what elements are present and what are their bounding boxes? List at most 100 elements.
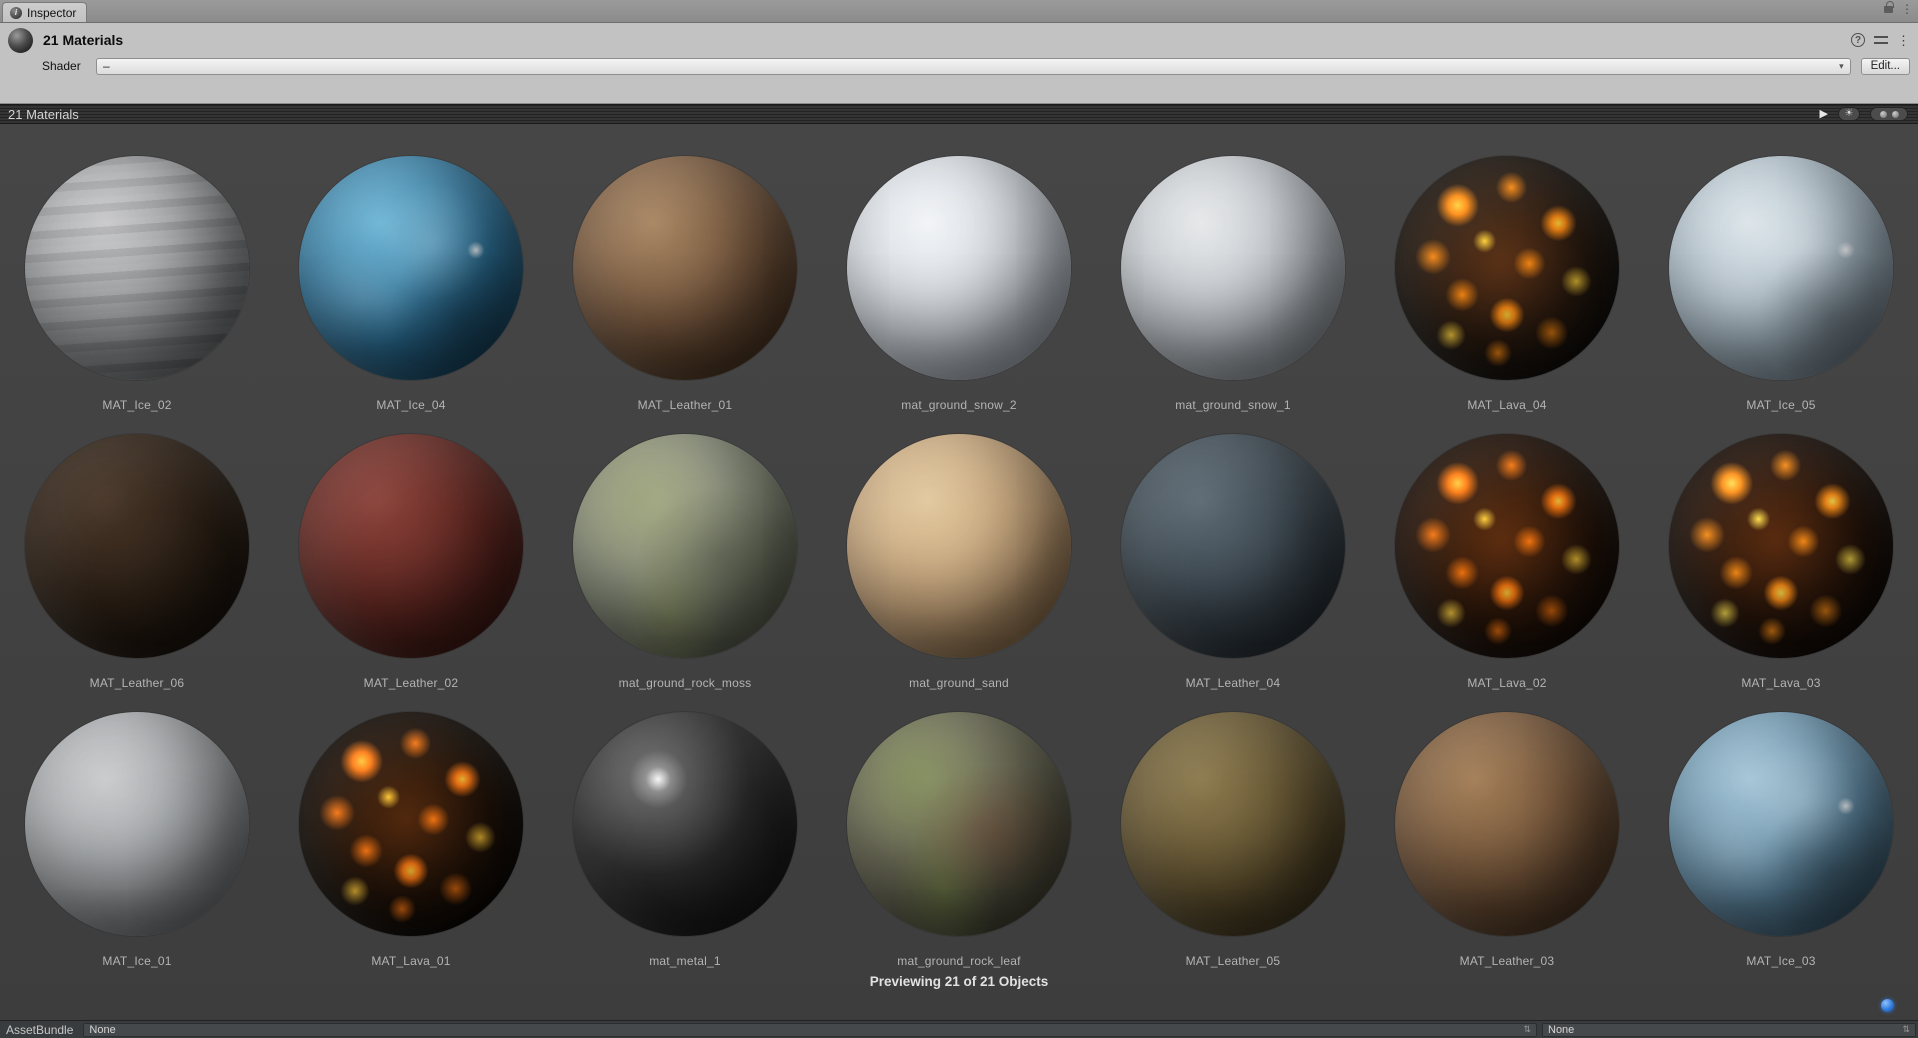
material-sphere: [25, 712, 249, 936]
preview-title: 21 Materials: [8, 106, 79, 122]
material-sphere: [1395, 434, 1619, 658]
material-cell: MAT_Lava_04: [1395, 156, 1619, 412]
popup-arrows-icon: ⇅: [1523, 1024, 1531, 1034]
material-cell: mat_metal_1: [573, 712, 797, 968]
title-row: 21 Materials ? ⋮: [0, 23, 1918, 53]
material-grid: MAT_Ice_02 MAT_Ice_04 MAT_Leather_01 mat…: [0, 124, 1918, 968]
assetbundle-name-value: None: [89, 1023, 116, 1036]
material-cell: MAT_Lava_03: [1669, 434, 1893, 690]
material-cell: MAT_Leather_01: [573, 156, 797, 412]
lock-icon[interactable]: [1884, 0, 1894, 13]
help-icon[interactable]: ?: [1851, 33, 1865, 47]
tab-bar: i Inspector ⋮: [0, 0, 1918, 23]
assetbundle-label: AssetBundle: [6, 1022, 74, 1037]
material-name: mat_ground_snow_2: [901, 398, 1017, 412]
material-sphere: [573, 712, 797, 936]
material-sphere: [847, 434, 1071, 658]
preview-status: Previewing 21 of 21 Objects: [869, 974, 1049, 989]
shader-dropdown-value: –: [103, 59, 110, 73]
lighting-toggle-button[interactable]: ☀: [1838, 107, 1860, 121]
material-sphere: [1121, 712, 1345, 936]
chevron-down-icon: ▾: [1839, 60, 1844, 71]
material-cell: MAT_Ice_04: [299, 156, 523, 412]
material-name: MAT_Leather_03: [1459, 954, 1555, 968]
material-name: mat_ground_rock_leaf: [897, 954, 1021, 968]
material-sphere: [25, 156, 249, 380]
edit-button[interactable]: Edit...: [1860, 57, 1910, 75]
material-name: MAT_Leather_01: [637, 398, 733, 412]
material-sphere: [299, 712, 523, 936]
material-sphere: [1669, 156, 1893, 380]
tab-inspector[interactable]: i Inspector: [2, 2, 88, 22]
material-name: MAT_Leather_06: [89, 676, 185, 690]
assetbundle-variant-value: None: [1548, 1023, 1575, 1036]
material-name: mat_metal_1: [649, 954, 721, 968]
material-sphere: [299, 434, 523, 658]
material-cell: mat_ground_rock_leaf: [847, 712, 1071, 968]
preview-options-button[interactable]: [1870, 107, 1908, 121]
material-name: MAT_Ice_05: [1746, 398, 1816, 412]
material-name: MAT_Lava_04: [1467, 398, 1547, 412]
notification-dot-icon[interactable]: [1881, 999, 1894, 1012]
material-sphere: [299, 156, 523, 380]
material-thumbnail-icon: [8, 27, 33, 53]
material-cell: MAT_Leather_03: [1395, 712, 1619, 968]
material-name: MAT_Ice_02: [102, 398, 172, 412]
material-name: MAT_Leather_02: [363, 676, 459, 690]
context-menu-icon[interactable]: ⋮: [1897, 34, 1910, 47]
material-name: MAT_Lava_02: [1467, 676, 1547, 690]
shader-row: Shader – ▾ Edit...: [0, 55, 1918, 77]
material-cell: MAT_Leather_05: [1121, 712, 1345, 968]
material-sphere: [25, 434, 249, 658]
page-title: 21 Materials: [43, 32, 124, 48]
material-cell: MAT_Leather_04: [1121, 434, 1345, 690]
menu-icon[interactable]: ⋮: [1901, 3, 1913, 15]
material-sphere: [1395, 712, 1619, 936]
tab-label: Inspector: [27, 5, 77, 20]
material-cell: mat_ground_snow_1: [1121, 156, 1345, 412]
sphere-dot-icon: [1891, 110, 1899, 118]
material-sphere: [1121, 434, 1345, 658]
material-name: MAT_Leather_04: [1185, 676, 1281, 690]
material-cell: MAT_Ice_05: [1669, 156, 1893, 412]
material-name: mat_ground_sand: [909, 676, 1009, 690]
material-name: MAT_Leather_05: [1185, 954, 1281, 968]
material-cell: MAT_Leather_02: [299, 434, 523, 690]
material-cell: MAT_Lava_01: [299, 712, 523, 968]
preview-area[interactable]: MAT_Ice_02 MAT_Ice_04 MAT_Leather_01 mat…: [0, 124, 1918, 1020]
material-cell: MAT_Lava_02: [1395, 434, 1619, 690]
sun-icon: ☀: [1844, 108, 1854, 119]
material-name: mat_ground_snow_1: [1175, 398, 1291, 412]
material-cell: MAT_Ice_01: [25, 712, 249, 968]
inspector-window: i Inspector ⋮ 21 Materials ? ⋮ Shader – …: [0, 0, 1918, 1038]
assetbundle-bar: AssetBundle None ⇅ None ⇅: [0, 1020, 1918, 1038]
inspector-header: 21 Materials ? ⋮ Shader – ▾ Edit...: [0, 23, 1918, 104]
material-sphere: [847, 712, 1071, 936]
shader-label: Shader: [42, 59, 81, 73]
material-sphere: [1669, 712, 1893, 936]
presets-icon[interactable]: [1874, 34, 1888, 46]
material-cell: MAT_Ice_03: [1669, 712, 1893, 968]
material-sphere: [573, 156, 797, 380]
preview-splitter-bar[interactable]: 21 Materials ▶ ☀: [0, 104, 1918, 124]
material-sphere: [1669, 434, 1893, 658]
play-icon[interactable]: ▶: [1820, 108, 1828, 120]
material-name: MAT_Ice_04: [376, 398, 446, 412]
sphere-dot-icon: [1879, 110, 1887, 118]
material-cell: mat_ground_snow_2: [847, 156, 1071, 412]
assetbundle-variant-dropdown[interactable]: None ⇅: [1542, 1022, 1916, 1037]
material-name: MAT_Lava_03: [1741, 676, 1821, 690]
material-cell: MAT_Ice_02: [25, 156, 249, 412]
popup-arrows-icon: ⇅: [1902, 1024, 1910, 1034]
material-name: MAT_Lava_01: [371, 954, 451, 968]
shader-dropdown[interactable]: – ▾: [96, 57, 1851, 75]
material-cell: mat_ground_rock_moss: [573, 434, 797, 690]
material-name: MAT_Ice_01: [102, 954, 172, 968]
material-sphere: [1395, 156, 1619, 380]
material-sphere: [573, 434, 797, 658]
material-sphere: [1121, 156, 1345, 380]
assetbundle-name-dropdown[interactable]: None ⇅: [83, 1022, 1537, 1037]
material-name: MAT_Ice_03: [1746, 954, 1816, 968]
material-name: mat_ground_rock_moss: [618, 676, 752, 690]
inspector-icon: i: [10, 6, 22, 19]
